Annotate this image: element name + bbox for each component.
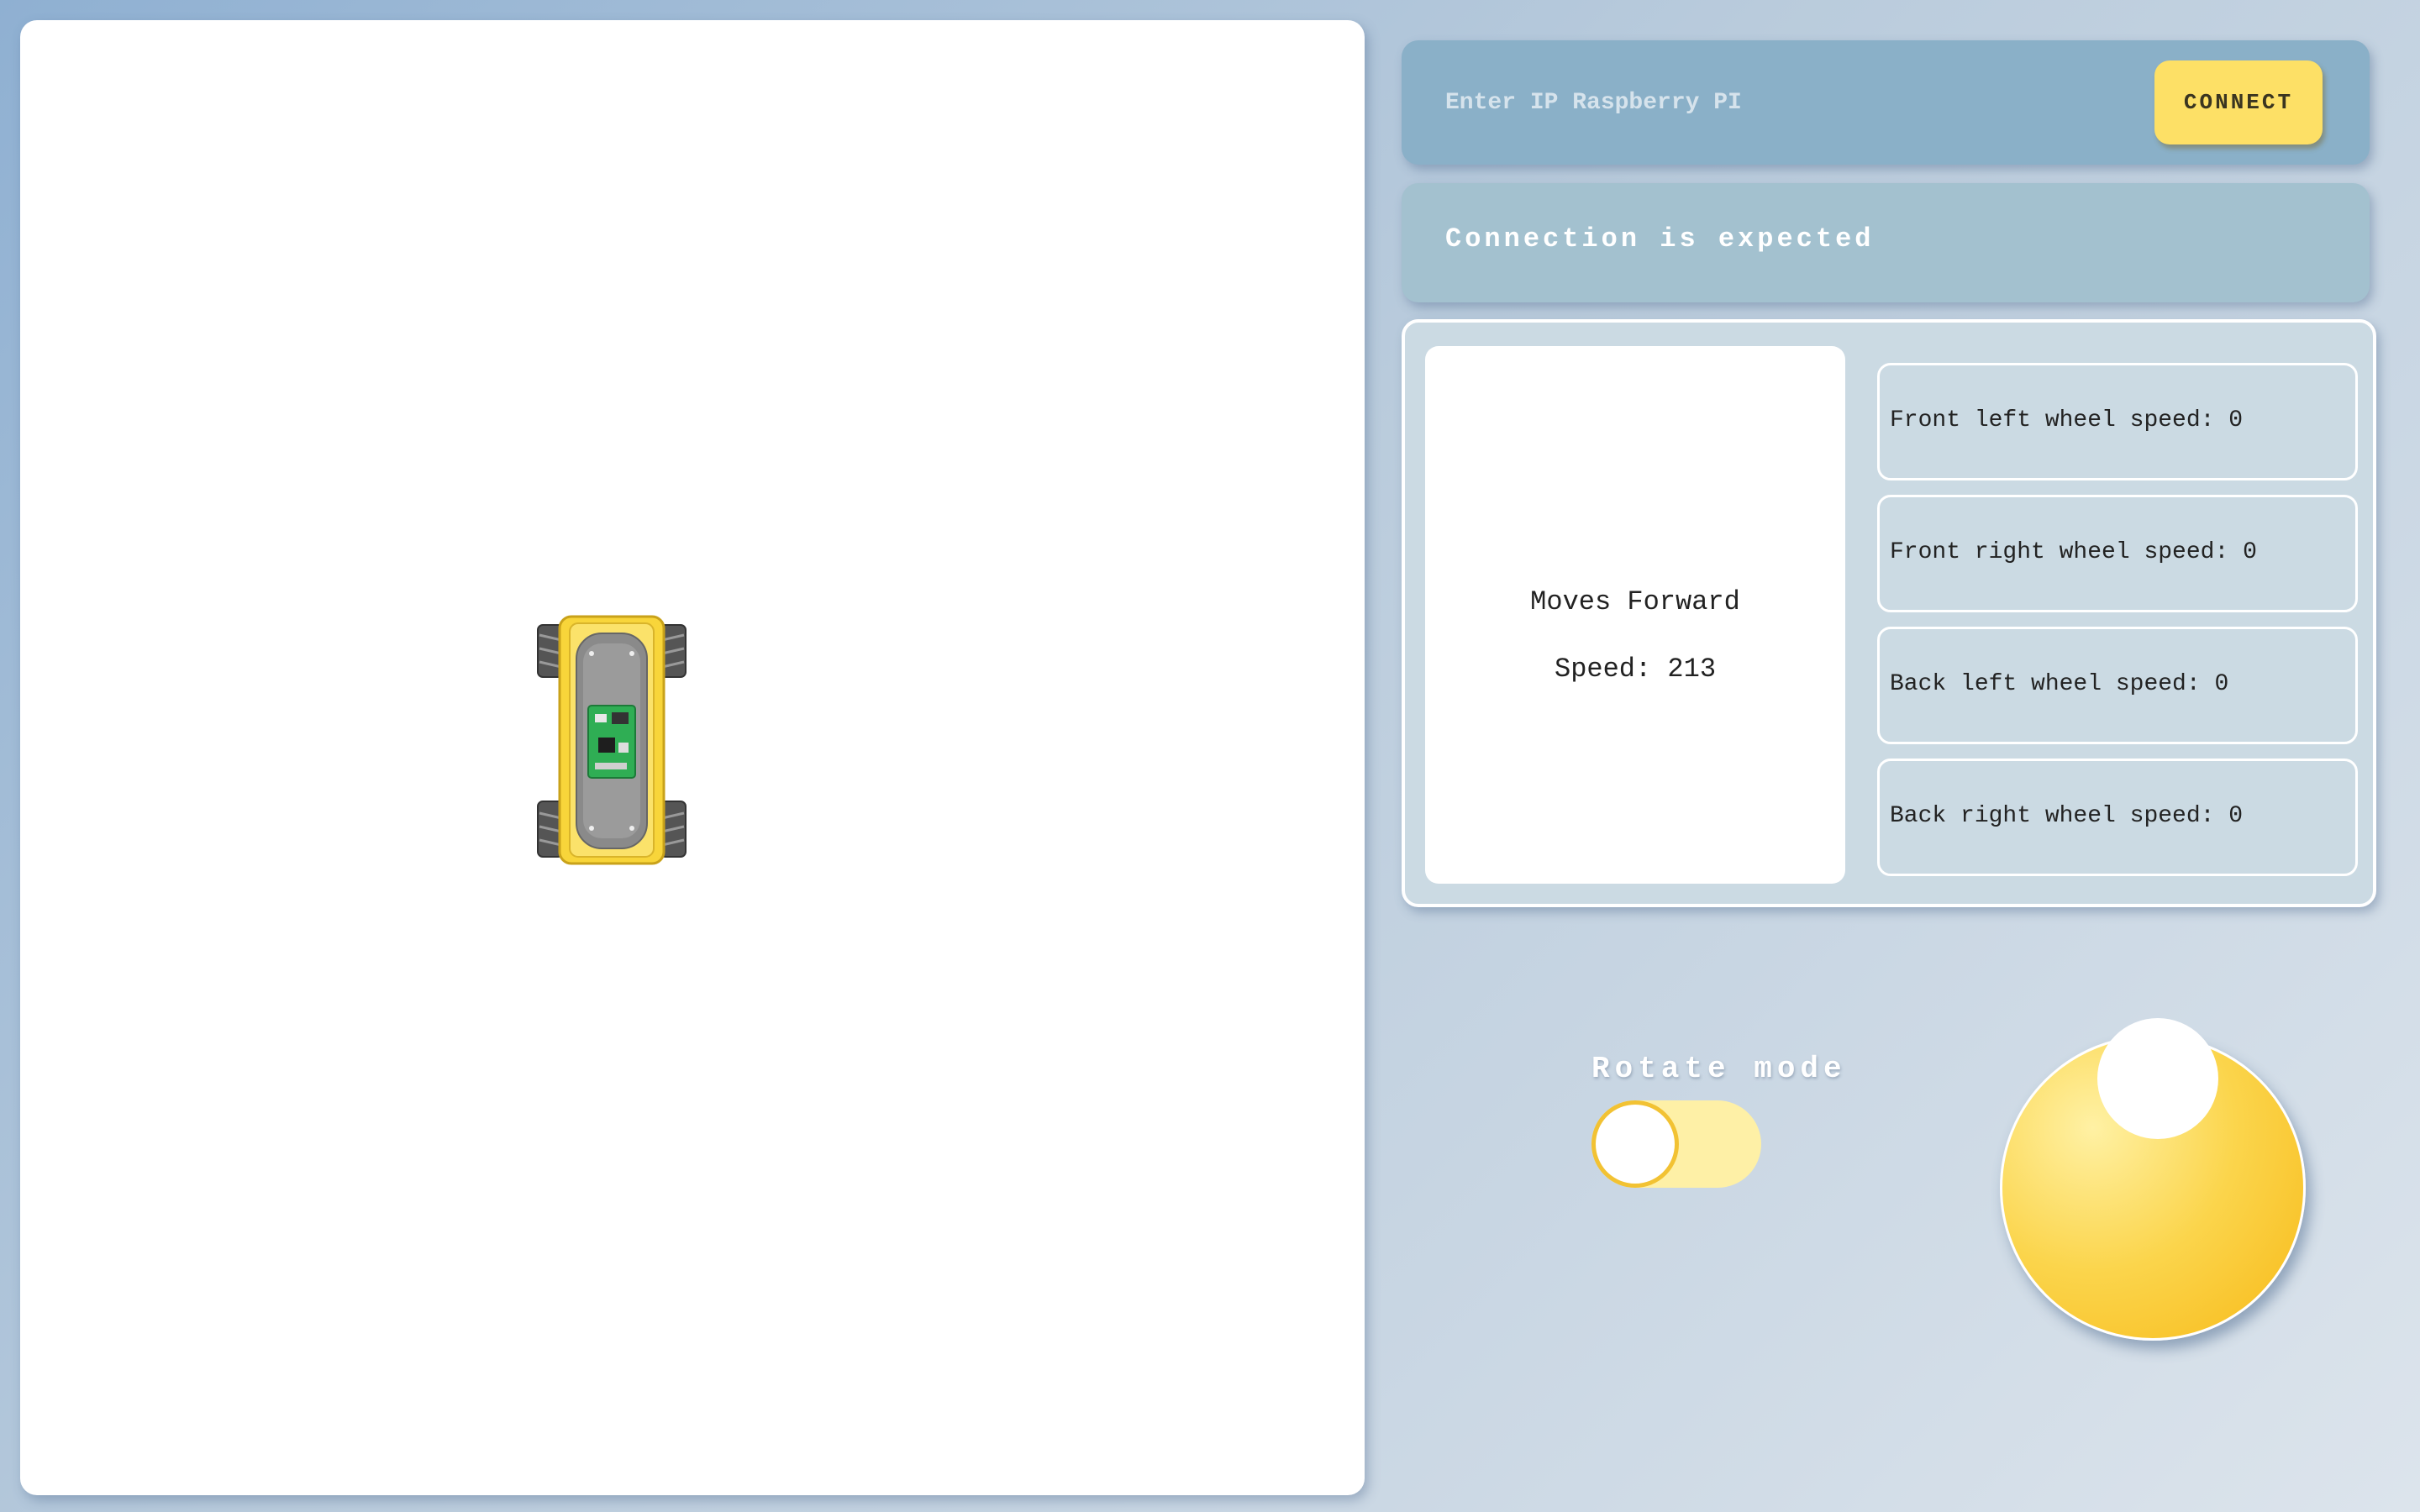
back-right-wheel-card: Back right wheel speed: 0: [1877, 759, 2358, 876]
joystick-handle[interactable]: [2097, 1018, 2218, 1139]
ip-bar: CONNECT: [1402, 40, 2370, 165]
back-right-wheel-speed: Back right wheel speed: 0: [1890, 803, 2244, 829]
connection-status-text: Connection is expected: [1445, 223, 1875, 255]
ip-address-input[interactable]: [1445, 74, 2134, 131]
front-right-wheel-card: Front right wheel speed: 0: [1877, 495, 2358, 612]
front-right-wheel-speed: Front right wheel speed: 0: [1890, 539, 2257, 565]
simulation-canvas: [20, 20, 1365, 1495]
front-left-wheel-card: Front left wheel speed: 0: [1877, 363, 2358, 480]
motion-card: Moves Forward Speed: 213: [1425, 346, 1845, 884]
motion-speed: Speed: 213: [1554, 654, 1717, 685]
robot-icon: [537, 615, 687, 865]
connection-status-bar: Connection is expected: [1402, 183, 2370, 302]
robot-info-panel: Moves Forward Speed: 213 Front left whee…: [1402, 319, 2376, 907]
motion-direction: Moves Forward: [1530, 586, 1740, 617]
rotate-mode-toggle[interactable]: [1591, 1100, 1761, 1188]
back-left-wheel-card: Back left wheel speed: 0: [1877, 627, 2358, 744]
back-left-wheel-speed: Back left wheel speed: 0: [1890, 671, 2229, 697]
connect-button[interactable]: CONNECT: [2154, 60, 2323, 144]
front-left-wheel-speed: Front left wheel speed: 0: [1890, 407, 2244, 433]
rotate-mode-label: Rotate mode: [1591, 1052, 1847, 1086]
toggle-knob[interactable]: [1591, 1100, 1679, 1188]
